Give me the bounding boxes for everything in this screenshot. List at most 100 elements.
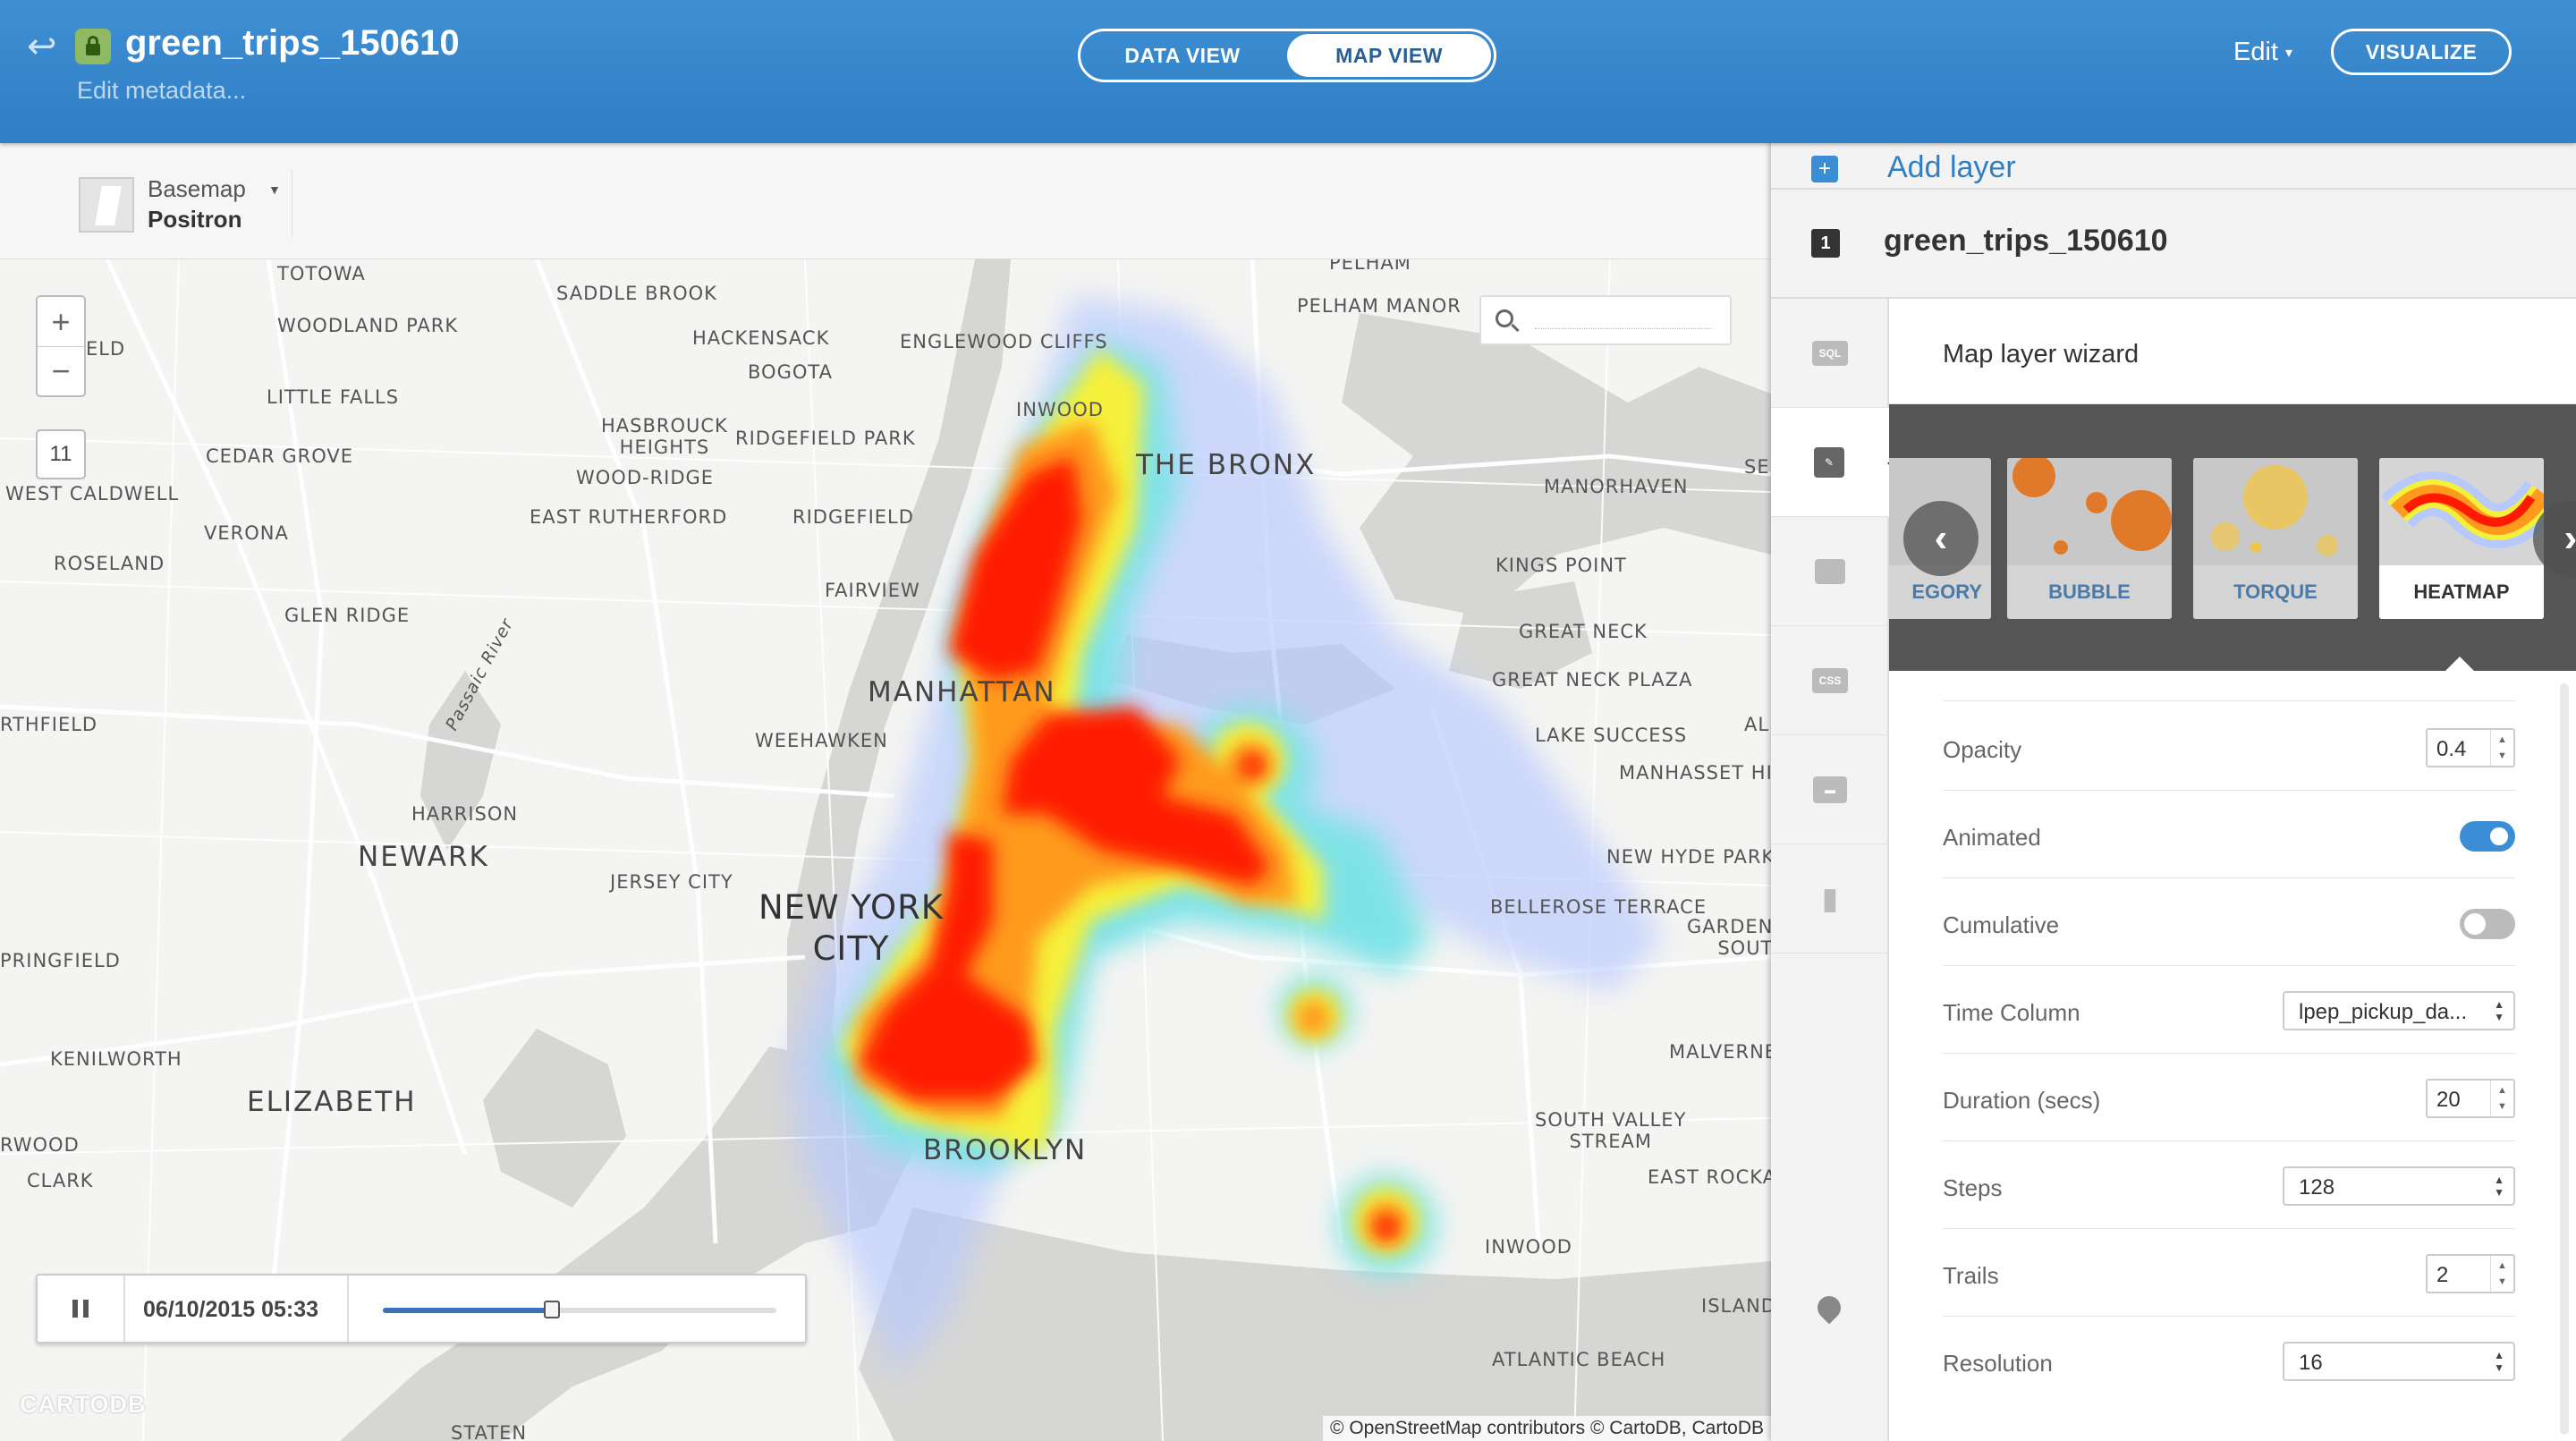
selected-pointer	[2445, 657, 2474, 671]
view-switch: DATA VIEW MAP VIEW	[1078, 29, 1496, 82]
tab-data-view[interactable]: DATA VIEW	[1080, 31, 1284, 80]
torque-thumbnail	[2193, 458, 2358, 565]
place-label: MANHASSET HILL	[1619, 762, 1771, 784]
place-label: BROOKLYN	[923, 1134, 1088, 1166]
layer-header[interactable]: 1 green_trips_150610	[1771, 190, 2576, 299]
stepper-arrows-icon[interactable]: ▲ ▼	[2490, 1256, 2513, 1292]
place-label: MANHATTAN	[868, 676, 1056, 708]
edit-menu-label: Edit	[2233, 38, 2278, 66]
tab-infowindow[interactable]	[1771, 517, 1889, 626]
place-label: PRINGFIELD	[0, 950, 121, 971]
steps-select[interactable]: 128 ▲ ▼	[2283, 1166, 2515, 1206]
place-label: WEEHAWKEN	[755, 730, 888, 751]
tab-map-view[interactable]: MAP VIEW	[1287, 34, 1491, 77]
viz-card-label: HEATMAP	[2379, 565, 2544, 619]
layer-name[interactable]: green_trips_150610	[1884, 224, 2168, 259]
layer-sidebar-tabs: SQL ✎ CSS ▬ ▮	[1771, 299, 1900, 1441]
carousel-prev-button[interactable]: ‹	[1903, 501, 1979, 576]
select-value: lpep_pickup_da...	[2299, 1000, 2468, 1024]
place-label: SE	[1744, 456, 1770, 478]
infowindow-icon	[1815, 558, 1845, 584]
trails-stepper[interactable]: 2 ▲ ▼	[2426, 1254, 2515, 1293]
stepper-value[interactable]: 0.4	[2436, 737, 2466, 762]
tab-filters[interactable]: ▮	[1771, 844, 1889, 954]
filters-chart-icon: ▮	[1821, 881, 1839, 916]
tab-legend[interactable]: ▬	[1771, 735, 1889, 844]
place-label: SADDLE BROOK	[556, 283, 717, 304]
pause-button[interactable]	[38, 1276, 125, 1342]
setting-label: Animated	[1943, 824, 2041, 851]
select-value: 16	[2299, 1351, 2323, 1375]
place-label: MANORHAVEN	[1544, 476, 1689, 497]
setting-label: Time Column	[1943, 999, 2080, 1026]
viz-card-heatmap[interactable]: HEATMAP	[2379, 458, 2544, 619]
tab-sql[interactable]: SQL	[1771, 299, 1889, 408]
map-attribution[interactable]: © OpenStreetMap contributors © CartoDB, …	[1323, 1416, 1771, 1441]
map-search-input[interactable]	[1479, 295, 1732, 345]
tab-css[interactable]: CSS	[1771, 626, 1889, 735]
place-label: TOTOWA	[277, 263, 366, 284]
animated-toggle[interactable]	[2460, 821, 2515, 852]
place-label: ROSELAND	[54, 553, 165, 574]
timeline-slider[interactable]	[383, 1301, 776, 1318]
setting-label: Trails	[1943, 1262, 1999, 1289]
bubble-thumbnail	[2007, 458, 2172, 565]
viz-card-bubble[interactable]: BUBBLE	[2007, 458, 2172, 619]
edit-metadata-link[interactable]: Edit metadata...	[77, 77, 246, 105]
panel-scrollbar[interactable]	[2560, 683, 2569, 1435]
opacity-stepper[interactable]: 0.4 ▲ ▼	[2426, 728, 2515, 767]
viz-card-torque[interactable]: TORQUE	[2193, 458, 2358, 619]
setting-duration: Duration (secs) 20 ▲ ▼	[1943, 1054, 2515, 1141]
stepper-arrows-icon[interactable]: ▲ ▼	[2490, 730, 2513, 766]
basemap-label[interactable]: Basemap	[148, 175, 246, 203]
heatmap-thumbnail	[2379, 458, 2544, 565]
zoom-control: + −	[36, 295, 86, 397]
resolution-select[interactable]: 16 ▲ ▼	[2283, 1342, 2515, 1381]
stepper-value[interactable]: 20	[2436, 1088, 2461, 1113]
map-layer-wizard: Map layer wizard EGORY BUBBLE TORQUE HEA…	[1889, 299, 2576, 1441]
toggle-knob	[2464, 913, 2486, 935]
basemap-thumbnail[interactable]	[79, 177, 134, 233]
place-label: THE BRONX	[1136, 449, 1317, 481]
torque-timeline: 06/10/2015 05:33	[36, 1274, 807, 1344]
edit-menu[interactable]: Edit ▾	[2233, 38, 2292, 67]
add-layer-label[interactable]: Add layer	[1887, 150, 2016, 185]
lock-icon[interactable]	[75, 29, 111, 64]
tab-wizard[interactable]: ✎	[1771, 408, 1900, 517]
layer-index-badge: 1	[1811, 229, 1840, 258]
settings-top-divider	[1943, 671, 2515, 701]
caret-down-icon[interactable]: ▼	[268, 182, 281, 197]
search-icon	[1496, 309, 1513, 327]
timeline-slider-handle[interactable]	[544, 1301, 561, 1318]
visualize-button[interactable]: VISUALIZE	[2331, 29, 2512, 75]
back-arrow-icon[interactable]: ↩	[27, 29, 59, 64]
place-label: SOUTH VALLEY STREAM	[1535, 1109, 1687, 1152]
stepper-arrows-icon[interactable]: ▲ ▼	[2490, 1081, 2513, 1116]
pin-icon[interactable]	[1812, 1291, 1846, 1325]
place-label: LITTLE FALLS	[267, 386, 400, 408]
map-canvas[interactable]: TOTOWA SADDLE BROOK WOODLAND PARK HACKEN…	[0, 259, 1771, 1441]
toggle-knob	[2487, 825, 2511, 848]
setting-label: Steps	[1943, 1174, 2003, 1201]
place-label: HARRISON	[411, 803, 519, 825]
stepper-value[interactable]: 2	[2436, 1263, 2448, 1288]
cumulative-toggle[interactable]	[2460, 909, 2515, 939]
setting-animated: Animated	[1943, 791, 2515, 878]
time-column-select[interactable]: lpep_pickup_da... ▲ ▼	[2283, 991, 2515, 1030]
basemap-value[interactable]: Positron	[148, 206, 242, 233]
timeline-datetime: 06/10/2015 05:33	[143, 1297, 319, 1322]
place-label: WEST CALDWELL	[5, 483, 180, 504]
caret-down-icon: ▾	[2284, 46, 2293, 62]
zoom-out-button[interactable]: −	[38, 346, 84, 395]
place-label: VERONA	[204, 522, 289, 544]
place-label: AL	[1744, 714, 1770, 735]
place-label: EAST ROCKAW	[1648, 1166, 1771, 1188]
place-label: STATEN	[451, 1422, 528, 1441]
plus-icon: +	[1811, 156, 1838, 182]
setting-label: Duration (secs)	[1943, 1087, 2101, 1114]
wizard-header: Map layer wizard	[1889, 299, 2576, 404]
zoom-in-button[interactable]: +	[38, 297, 84, 346]
setting-trails: Trails 2 ▲ ▼	[1943, 1229, 2515, 1317]
duration-stepper[interactable]: 20 ▲ ▼	[2426, 1079, 2515, 1118]
dataset-title[interactable]: green_trips_150610	[125, 23, 460, 64]
